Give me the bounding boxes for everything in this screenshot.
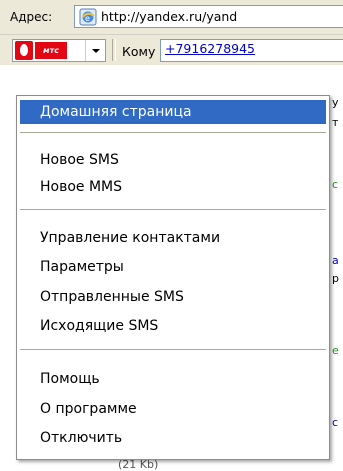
komu-label: Кому [122, 44, 156, 59]
menu-item-help[interactable]: Помощь [20, 367, 326, 391]
menu-item-settings[interactable]: Параметры [20, 255, 326, 279]
address-url: http://yandex.ru/yand [101, 9, 238, 24]
menu-separator [20, 209, 326, 210]
address-toolbar: Адрес: e http://yandex.ru/yand [0, 0, 343, 35]
mts-badge: мтс [35, 42, 67, 59]
menu-item-disconnect[interactable]: Отключить [20, 426, 326, 450]
ie-page-icon: e [79, 8, 97, 26]
page-fragment: c [332, 416, 339, 429]
menu-item-sent-sms[interactable]: Отправленные SMS [20, 285, 326, 309]
address-label: Адрес: [10, 10, 53, 24]
mts-logo-icon [15, 41, 33, 60]
page-fragment: e [332, 344, 339, 357]
menu-item-about[interactable]: О программе [20, 397, 326, 421]
chevron-down-icon[interactable] [85, 40, 105, 61]
menu-item-new-sms[interactable]: Новое SMS [20, 148, 326, 172]
recipient-value: +7916278945 [165, 41, 256, 56]
page-fragment: р [332, 272, 339, 285]
page-fragment: с [332, 178, 339, 191]
menu-separator [20, 349, 326, 350]
svg-text:e: e [85, 14, 90, 23]
mts-menu-button[interactable]: мтс [12, 39, 106, 62]
address-input[interactable]: e http://yandex.ru/yand [74, 5, 343, 28]
mts-toolbar: мтс Кому +7916278945 [0, 35, 343, 65]
background-page: у т с а р e c [330, 66, 343, 466]
menu-item-new-mms[interactable]: Новое MMS [20, 175, 326, 199]
menu-separator [20, 132, 326, 133]
page-fragment: а [332, 254, 339, 267]
toolbar-separator [112, 39, 116, 61]
menu-item-outgoing-sms[interactable]: Исходящие SMS [20, 314, 326, 338]
page-fragment: у [332, 96, 339, 109]
menu-item-home-page[interactable]: Домашняя страница [20, 100, 326, 124]
recipient-input[interactable]: +7916278945 [160, 39, 343, 62]
menu-item-manage-contacts[interactable]: Управление контактами [20, 226, 326, 250]
page-fragment: т [332, 116, 339, 129]
mts-dropdown-menu: Домашняя страница Новое SMS Новое MMS Уп… [16, 95, 330, 460]
